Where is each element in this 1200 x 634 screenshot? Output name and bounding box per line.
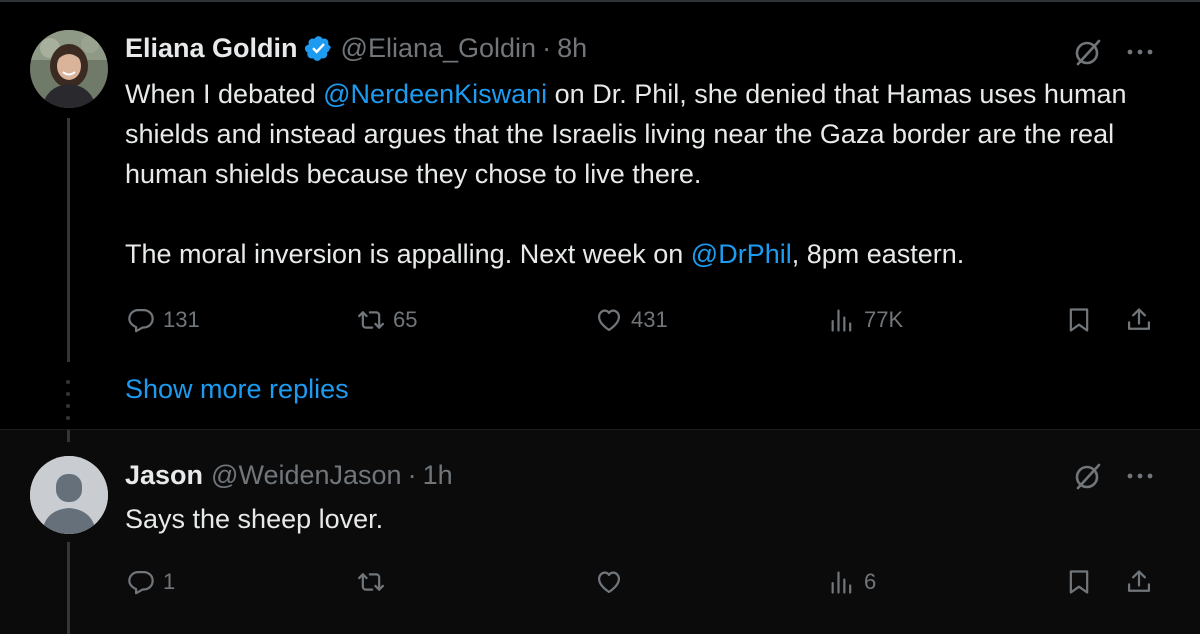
separator: · (407, 459, 417, 490)
share-icon (1127, 570, 1151, 592)
share-icon (1127, 308, 1151, 330)
bookmark-button[interactable] (1065, 300, 1093, 340)
repost-icon (357, 311, 385, 329)
reply-icon (128, 570, 154, 595)
grok-icon[interactable] (1072, 460, 1104, 492)
view-count: 77K (864, 307, 904, 332)
reply-button[interactable]: 1 (127, 562, 175, 602)
separator: · (542, 32, 552, 63)
repost-button[interactable]: 65 (357, 300, 417, 340)
thread-line (67, 430, 70, 442)
like-button[interactable] (595, 562, 631, 602)
like-icon (597, 309, 621, 332)
verified-badge-icon[interactable] (304, 34, 333, 63)
bookmark-icon (1069, 570, 1089, 594)
views-button[interactable]: 77K (828, 300, 903, 340)
more-icon[interactable] (1122, 36, 1158, 68)
view-count: 6 (864, 569, 877, 594)
tweet-text: Says the sheep lover. (125, 504, 384, 534)
text-segment: When I debated (125, 79, 324, 109)
share-button[interactable] (1125, 562, 1153, 602)
tweet-header: Jason @WeidenJason · 1h (125, 457, 453, 493)
repost-button[interactable] (357, 562, 393, 602)
views-icon (831, 309, 852, 332)
thread-line (67, 542, 70, 634)
share-button[interactable] (1125, 300, 1153, 340)
more-icon[interactable] (1122, 460, 1158, 492)
thread-dot (66, 416, 70, 420)
avatar[interactable] (30, 30, 108, 108)
bookmark-icon (1069, 308, 1089, 332)
action-bar: 1 6 (125, 562, 1165, 602)
thread-dot (66, 404, 70, 408)
text-segment: , 8pm eastern. (791, 239, 965, 269)
tweet-paragraph: When I debated @NerdeenKiswani on Dr. Ph… (125, 74, 1170, 194)
author-name[interactable]: Eliana Goldin (125, 33, 298, 64)
like-button[interactable]: 431 (595, 300, 668, 340)
thread-dot (66, 380, 70, 384)
text-segment: The moral inversion is appalling. Next w… (125, 239, 691, 269)
reply-icon (128, 308, 154, 333)
mention-link[interactable]: @NerdeenKiswani (323, 79, 547, 109)
grok-icon[interactable] (1072, 36, 1104, 68)
author-name[interactable]: Jason (125, 460, 203, 491)
thread-dot (66, 392, 70, 396)
tweet-text: When I debated @NerdeenKiswani on Dr. Ph… (125, 74, 1170, 274)
author-handle[interactable]: @Eliana_Goldin (341, 33, 537, 64)
show-more-replies-link[interactable]: Show more replies (125, 374, 349, 405)
views-button[interactable]: 6 (828, 562, 876, 602)
timestamp[interactable]: 1h (423, 460, 453, 491)
default-avatar-icon (30, 456, 108, 534)
tweet-header: Eliana Goldin @Eliana_Goldin · 8h (125, 30, 587, 66)
tweet-paragraph: The moral inversion is appalling. Next w… (125, 234, 1170, 274)
action-bar: 131 65 431 77K (125, 300, 1165, 340)
like-count: 431 (631, 307, 668, 332)
reply-button[interactable]: 131 (127, 300, 200, 340)
timestamp[interactable]: 8h (557, 33, 587, 64)
mention-link[interactable]: @DrPhil (691, 239, 792, 269)
repost-count: 65 (393, 307, 418, 332)
tweet-eliana[interactable]: Eliana Goldin @Eliana_Goldin · 8h When I… (0, 2, 1200, 430)
bookmark-button[interactable] (1065, 562, 1093, 602)
author-handle[interactable]: @WeidenJason (211, 460, 402, 491)
avatar[interactable] (30, 456, 108, 534)
reply-count: 1 (163, 569, 176, 594)
repost-icon (357, 573, 385, 591)
views-icon (831, 571, 852, 594)
tweet-jason[interactable]: Jason @WeidenJason · 1h Says the sheep l… (0, 430, 1200, 634)
like-icon (597, 571, 621, 594)
reply-count: 131 (163, 307, 200, 332)
avatar-photo (30, 30, 108, 108)
thread-line (67, 118, 70, 362)
